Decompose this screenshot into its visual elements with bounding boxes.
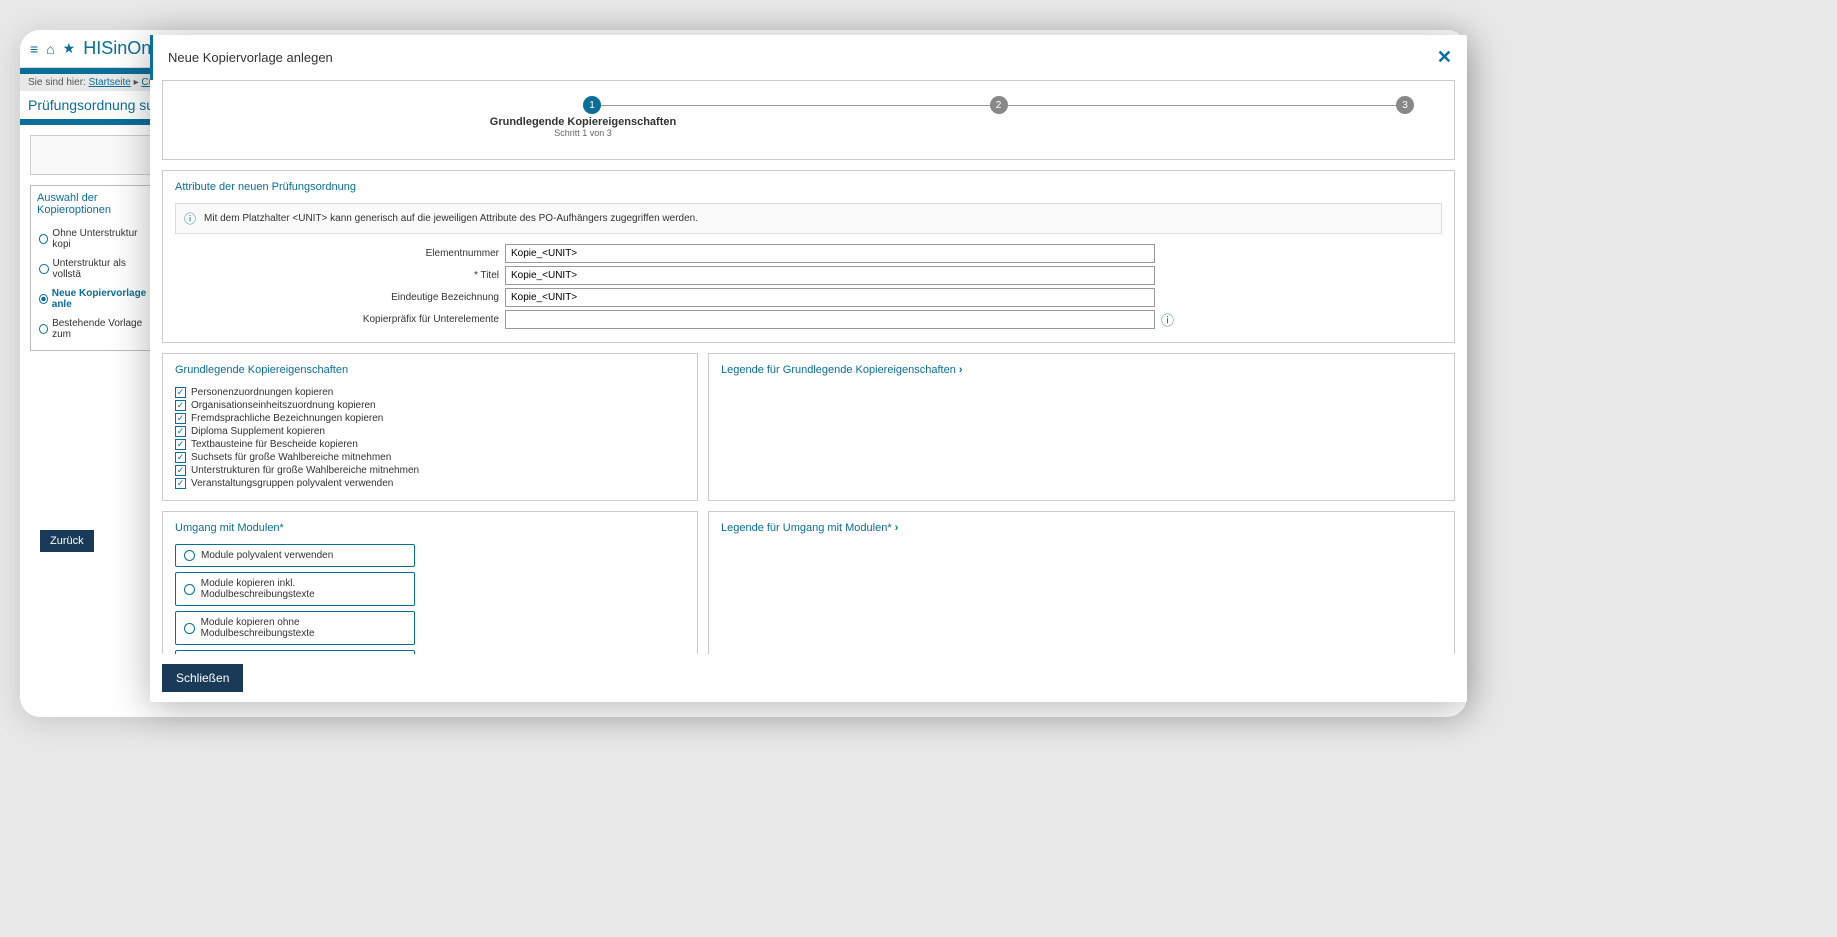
back-button[interactable]: Zurück [40, 530, 94, 552]
sidebar-opt-label: Ohne Unterstruktur kopi [52, 228, 151, 250]
check-label: Textbausteine für Bescheide kopieren [191, 439, 358, 450]
breadcrumb-home[interactable]: Startseite [89, 77, 131, 88]
checkbox-icon [175, 452, 186, 463]
step-sub: Schritt 1 von 3 [483, 128, 683, 138]
sidebar-opt-0[interactable]: Ohne Unterstruktur kopi [37, 224, 153, 254]
checkbox-icon [175, 387, 186, 398]
section-legend-props: Legende für Grundlegende Kopiereigenscha… [708, 353, 1455, 501]
close-button[interactable]: Schließen [162, 664, 243, 692]
sidebar-opt-2[interactable]: Neue Kopiervorlage anle [37, 284, 153, 314]
section-modules: Umgang mit Modulen* Module polyvalent ve… [162, 511, 698, 654]
step-2[interactable]: 2 [990, 96, 1008, 114]
check-0[interactable]: Personenzuordnungen kopieren [175, 386, 685, 399]
label-titel: * Titel [175, 270, 505, 281]
step-1[interactable]: 1 [583, 96, 601, 114]
check-5[interactable]: Suchsets für große Wahlbereiche mitnehme… [175, 451, 685, 464]
label-prefix: Kopierpräfix für Unterelemente [175, 314, 505, 325]
radio-icon [39, 294, 48, 304]
input-bezeichnung[interactable] [505, 288, 1155, 307]
section-basic-props: Grundlegende Kopiereigenschaften Persone… [162, 353, 698, 501]
modal-footer: Schließen [150, 654, 1467, 702]
section-title: Grundlegende Kopiereigenschaften [175, 364, 685, 376]
step-name: Grundlegende Kopiereigenschaften [483, 116, 683, 128]
info-row: ⓘ Mit dem Platzhalter <UNIT> kann generi… [175, 203, 1442, 234]
section-attributes: Attribute der neuen Prüfungsordnung ⓘ Mi… [162, 170, 1455, 343]
checkbox-icon [175, 439, 186, 450]
legend-props-link[interactable]: Legende für Grundlegende Kopiereigenscha… [721, 364, 963, 376]
checkbox-icon [175, 478, 186, 489]
radio-icon [184, 550, 195, 561]
module-opt-0[interactable]: Module polyvalent verwenden [175, 544, 415, 567]
section-title: Attribute der neuen Prüfungsordnung [175, 181, 1442, 193]
modal-header: Neue Kopiervorlage anlegen ✕ [150, 35, 1467, 80]
radio-icon [39, 234, 48, 244]
checkbox-icon [175, 426, 186, 437]
checkbox-icon [175, 465, 186, 476]
check-label: Organisationseinheitszuordnung kopieren [191, 400, 376, 411]
check-2[interactable]: Fremdsprachliche Bezeichnungen kopieren [175, 412, 685, 425]
sidebar-opt-label: Unterstruktur als vollstä [53, 258, 151, 280]
info-icon: ⓘ [184, 210, 196, 227]
check-1[interactable]: Organisationseinheitszuordnung kopieren [175, 399, 685, 412]
sidebar-title: Auswahl der Kopieroptionen [37, 192, 153, 216]
check-4[interactable]: Textbausteine für Bescheide kopieren [175, 438, 685, 451]
check-6[interactable]: Unterstrukturen für große Wahlbereiche m… [175, 464, 685, 477]
input-elementnummer[interactable] [505, 244, 1155, 263]
stepper: 1 2 3 Grundlegende Kopiereigenschaften S… [203, 96, 1414, 114]
sidebar-opt-3[interactable]: Bestehende Vorlage zum [37, 314, 153, 344]
radio-icon [184, 623, 195, 634]
info-text: Mit dem Platzhalter <UNIT> kann generisc… [204, 213, 698, 224]
check-7[interactable]: Veranstaltungsgruppen polyvalent verwend… [175, 477, 685, 490]
check-label: Fremdsprachliche Bezeichnungen kopieren [191, 413, 383, 424]
step-3[interactable]: 3 [1396, 96, 1414, 114]
checkbox-icon [175, 413, 186, 424]
label-elementnummer: Elementnummer [175, 248, 505, 259]
radio-label: Module kopieren inkl. Modulbeschreibungs… [201, 578, 406, 600]
module-opt-1[interactable]: Module kopieren inkl. Modulbeschreibungs… [175, 572, 415, 606]
check-label: Suchsets für große Wahlbereiche mitnehme… [191, 452, 391, 463]
sidebar-opt-label: Bestehende Vorlage zum [52, 318, 151, 340]
radio-label: Module kopieren ohne Modulbeschreibungst… [201, 617, 406, 639]
checkbox-icon [175, 400, 186, 411]
module-opt-2[interactable]: Module kopieren ohne Modulbeschreibungst… [175, 611, 415, 645]
stepper-box: 1 2 3 Grundlegende Kopiereigenschaften S… [162, 80, 1455, 160]
check-label: Diploma Supplement kopieren [191, 426, 325, 437]
copy-options-sidebar: Auswahl der Kopieroptionen Ohne Unterstr… [30, 185, 160, 351]
radio-icon [39, 324, 48, 334]
check-label: Personenzuordnungen kopieren [191, 387, 333, 398]
label-bezeichnung: Eindeutige Bezeichnung [175, 292, 505, 303]
modal-dialog: Neue Kopiervorlage anlegen ✕ 1 2 3 Grund… [150, 35, 1467, 702]
menu-icon[interactable]: ≡ [30, 41, 38, 57]
modal-title: Neue Kopiervorlage anlegen [168, 50, 333, 65]
check-3[interactable]: Diploma Supplement kopieren [175, 425, 685, 438]
modal-body: 1 2 3 Grundlegende Kopiereigenschaften S… [150, 80, 1467, 654]
sidebar-opt-label: Neue Kopiervorlage anle [52, 288, 151, 310]
radio-label: Module polyvalent verwenden [201, 550, 333, 561]
section-title: Umgang mit Modulen* [175, 522, 685, 534]
radio-icon [184, 584, 195, 595]
star-icon[interactable]: ★ [63, 40, 76, 57]
home-icon[interactable]: ⌂ [46, 41, 54, 57]
check-label: Unterstrukturen für große Wahlbereiche m… [191, 465, 419, 476]
check-label: Veranstaltungsgruppen polyvalent verwend… [191, 478, 393, 489]
radio-icon [39, 264, 49, 274]
legend-modules-link[interactable]: Legende für Umgang mit Modulen* [721, 522, 898, 534]
info-icon[interactable]: ⓘ [1161, 310, 1174, 329]
close-icon[interactable]: ✕ [1437, 47, 1452, 68]
sidebar-opt-1[interactable]: Unterstruktur als vollstä [37, 254, 153, 284]
input-prefix[interactable] [505, 310, 1155, 329]
input-titel[interactable] [505, 266, 1155, 285]
section-legend-modules: Legende für Umgang mit Modulen* [708, 511, 1455, 654]
breadcrumb-prefix: Sie sind hier: [28, 77, 86, 88]
